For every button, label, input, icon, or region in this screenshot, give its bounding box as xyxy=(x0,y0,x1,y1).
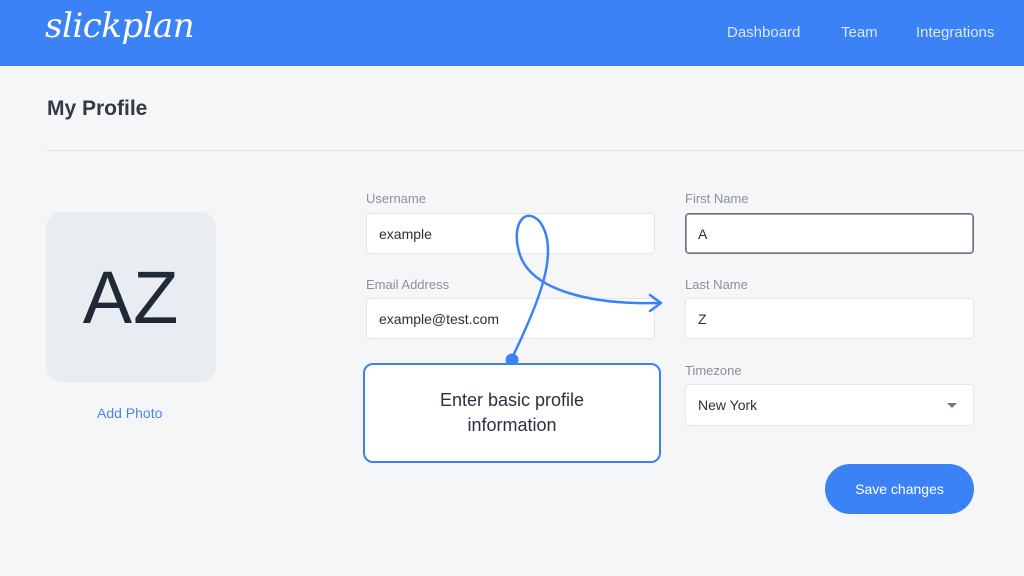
avatar-initials: AZ xyxy=(82,255,180,339)
slickplan-logo[interactable]: slickplan xyxy=(45,6,195,46)
nav-link-integrations[interactable]: Integrations xyxy=(916,24,994,41)
timezone-select[interactable]: New York xyxy=(685,384,974,426)
timezone-label: Timezone xyxy=(685,363,742,378)
nav-link-dashboard[interactable]: Dashboard xyxy=(727,24,800,41)
last-name-input[interactable] xyxy=(685,298,974,339)
annotation-callout: Enter basic profile information xyxy=(363,363,661,463)
callout-text: Enter basic profile information xyxy=(439,390,585,435)
timezone-value: New York xyxy=(698,397,758,413)
username-label: Username xyxy=(366,191,426,206)
chevron-down-icon xyxy=(947,402,957,408)
last-name-label: Last Name xyxy=(685,277,748,292)
top-navigation-bar: slickplan Dashboard Team Integrations xyxy=(0,0,1024,66)
page-title: My Profile xyxy=(47,97,148,120)
save-changes-button[interactable]: Save changes xyxy=(825,464,974,514)
avatar: AZ xyxy=(46,212,216,382)
email-label: Email Address xyxy=(366,277,450,292)
header-divider xyxy=(46,150,1024,151)
username-input[interactable] xyxy=(366,213,655,254)
email-input[interactable] xyxy=(366,298,655,339)
first-name-label: First Name xyxy=(685,191,749,206)
add-photo-link[interactable]: Add Photo xyxy=(97,405,162,421)
first-name-input[interactable] xyxy=(685,213,974,254)
nav-link-team[interactable]: Team xyxy=(841,24,878,41)
